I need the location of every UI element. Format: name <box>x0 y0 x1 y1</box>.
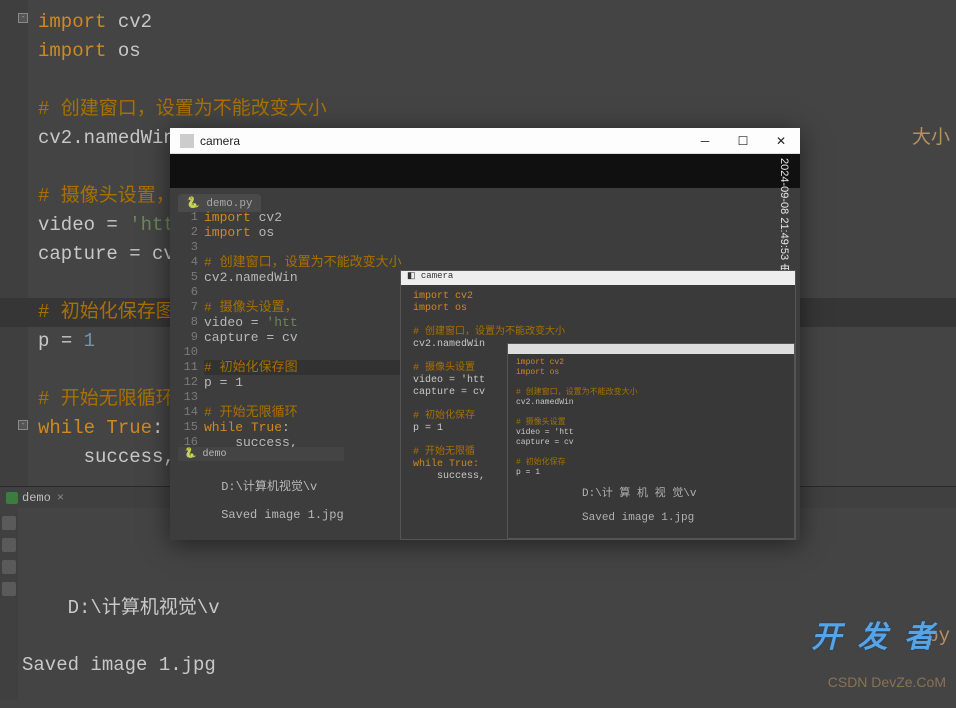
camera-border-top <box>170 154 800 188</box>
window-title: camera <box>200 134 240 148</box>
inner-gutter: 12345678910111213141516 <box>178 210 202 450</box>
inner-titlebar: ◧ camera <box>401 271 795 285</box>
console-line: D:\计算机视觉\v py <box>22 566 956 595</box>
fold-marker[interactable]: - <box>18 13 28 23</box>
inner-terminal: 🐍 demo D:\计算机视觉\v Saved image 1.jpg <box>178 419 344 536</box>
stop-button[interactable] <box>2 538 16 552</box>
watermark-developer: 开 发 者 <box>811 612 938 656</box>
toggle-button[interactable] <box>2 560 16 574</box>
maximize-button[interactable]: ☐ <box>724 128 762 154</box>
camera-feed: 2024-09-08 21:49:53 电量:45% 速度77.5 🐍 demo… <box>170 154 800 540</box>
recursive-window-1: ◧ camera import cv2 import os # 创建窗口，设置为… <box>400 270 796 540</box>
rerun-button[interactable] <box>2 516 16 530</box>
recursive-terminal: D:\计 算 机 视 觉\v Saved image 1.jpg <box>516 472 696 536</box>
camera-titlebar[interactable]: camera ─ ☐ ✕ <box>170 128 800 154</box>
console-tab-name[interactable]: demo <box>22 491 51 505</box>
code-line <box>38 66 956 95</box>
camera-window[interactable]: camera ─ ☐ ✕ 2024-09-08 21:49:53 电量:45% … <box>170 128 800 540</box>
recursive-window-2: import cv2 import os # 创建窗口，设置为不能改变大小 cv… <box>507 343 795 539</box>
recursive-code-2: import cv2 import os # 创建窗口，设置为不能改变大小 cv… <box>516 358 638 478</box>
code-line: # 创建窗口，设置为不能改变大小 <box>38 95 956 124</box>
code-line: import os <box>38 37 956 66</box>
fold-marker[interactable]: - <box>18 420 28 430</box>
clear-button[interactable] <box>2 582 16 596</box>
watermark-csdn: CSDN DevZe.CoM <box>828 674 946 690</box>
console-toolbar <box>0 508 18 700</box>
code-line: import cv2 <box>38 8 956 37</box>
minimize-button[interactable]: ─ <box>686 128 724 154</box>
python-icon <box>6 492 18 504</box>
app-icon <box>180 134 194 148</box>
close-button[interactable]: ✕ <box>762 128 800 154</box>
close-icon[interactable]: × <box>57 491 64 505</box>
